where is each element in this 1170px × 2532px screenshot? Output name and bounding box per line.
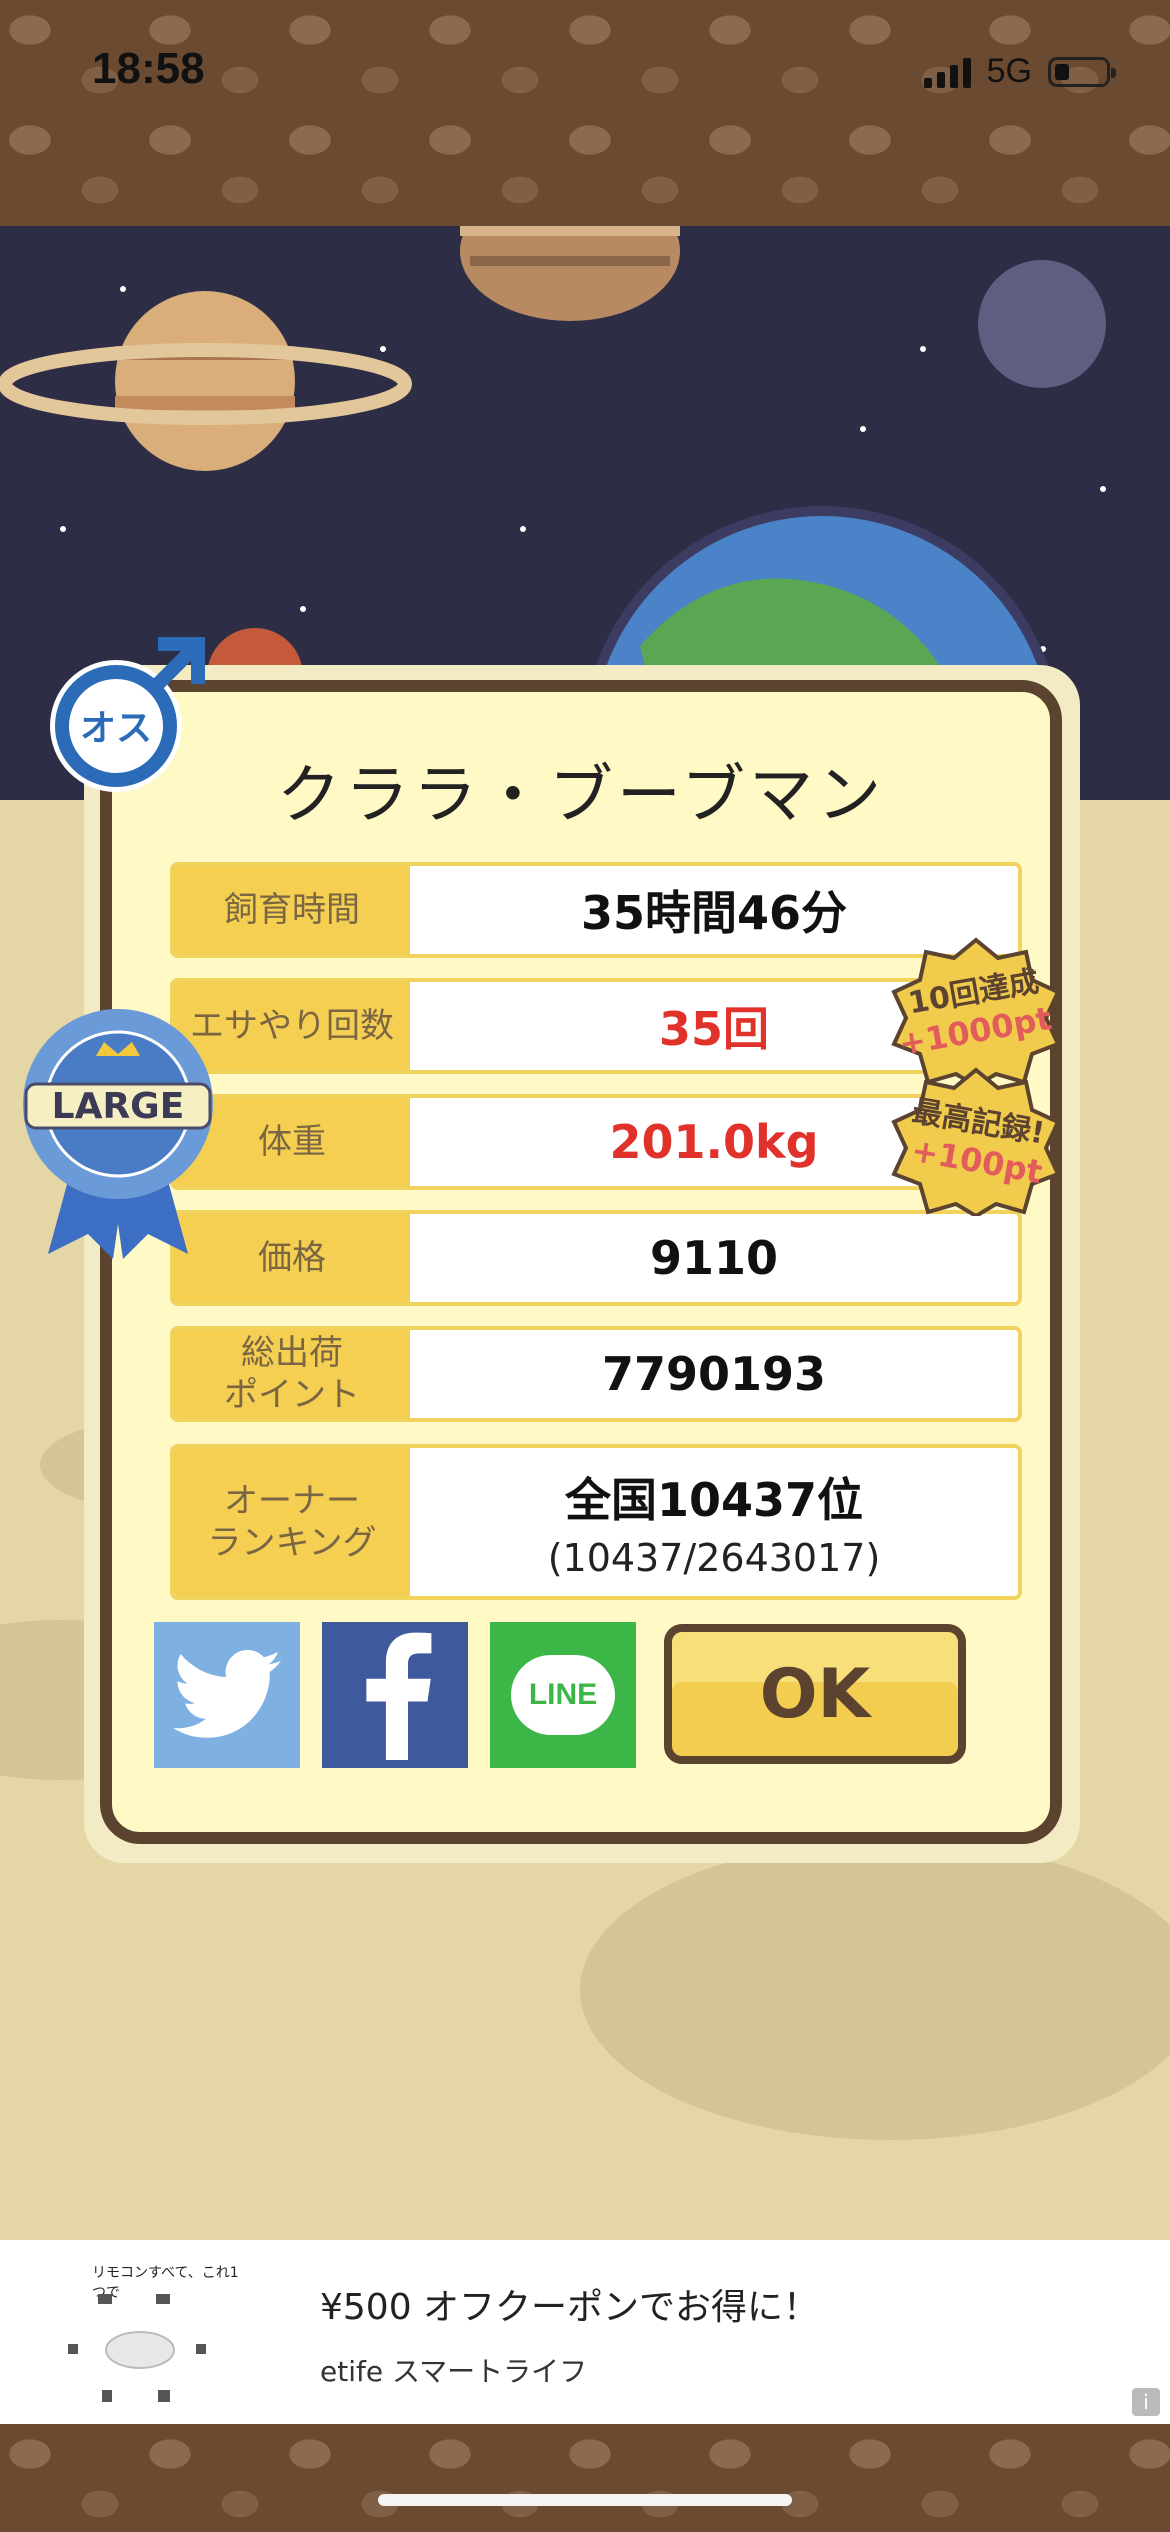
- stat-label: 飼育時間: [174, 866, 410, 954]
- twitter-icon: [173, 1650, 281, 1738]
- ranking-value: 全国10437位: [564, 1473, 864, 1527]
- line-icon: LINE: [511, 1655, 615, 1735]
- ad-info-icon[interactable]: i: [1132, 2388, 1160, 2416]
- ad-banner[interactable]: リモコンすべて、これ1つで ¥500 オフクーポンでお得に！ etife スマー…: [0, 2240, 1170, 2424]
- large-ribbon-icon: LARGE: [23, 1009, 213, 1259]
- signal-icon: [923, 56, 971, 88]
- facebook-icon: [366, 1632, 432, 1760]
- character-name: クララ・ブーブマン: [276, 759, 886, 833]
- ranking-detail: (10437/2643017): [547, 1536, 881, 1580]
- result-card: クララ・ブーブマン 飼育時間 35時間46分 エサやり回数 35回 体重 201…: [100, 680, 1062, 1844]
- remote-device-icon: [68, 2294, 206, 2402]
- ad-thumbnail[interactable]: リモコンすべて、これ1つで: [40, 2252, 240, 2412]
- twitter-share-button[interactable]: [154, 1622, 300, 1768]
- stat-value: 7790193: [410, 1330, 1018, 1418]
- ribbon-label: LARGE: [52, 1086, 185, 1127]
- network-type: 5G: [986, 52, 1032, 90]
- stat-value: 9110: [410, 1214, 1018, 1302]
- male-gender-icon: オス: [50, 637, 205, 792]
- bonus-badge-best-record: 最高記録! +100pt: [891, 1067, 1061, 1216]
- stat-row-shipping-points: 総出荷 ポイント 7790193: [170, 1326, 1022, 1422]
- ad-sponsor[interactable]: etife スマートライフ: [320, 2350, 587, 2390]
- ok-button[interactable]: OK: [664, 1624, 966, 1764]
- bottom-background: [0, 2424, 1170, 2532]
- ad-title[interactable]: ¥500 オフクーポンでお得に！: [320, 2278, 819, 2330]
- facebook-share-button[interactable]: [322, 1622, 468, 1768]
- status-time: 18:58: [92, 44, 205, 93]
- status-bar-background: [0, 0, 1170, 226]
- stat-label: オーナー ランキング: [174, 1448, 410, 1596]
- stat-label: 総出荷 ポイント: [174, 1330, 410, 1418]
- home-indicator[interactable]: [378, 2494, 792, 2506]
- stat-row-price: 価格 9110: [170, 1210, 1022, 1306]
- stat-value: 全国10437位 (10437/2643017): [410, 1448, 1018, 1596]
- bonus-badge-10-times: 10回達成 +1000pt: [891, 937, 1061, 1086]
- status-indicators: 5G: [923, 52, 1116, 91]
- stat-row-owner-ranking: オーナー ランキング 全国10437位 (10437/2643017): [170, 1444, 1022, 1600]
- line-share-button[interactable]: LINE: [490, 1622, 636, 1768]
- gender-label: オス: [80, 708, 152, 749]
- battery-icon: [1048, 56, 1116, 87]
